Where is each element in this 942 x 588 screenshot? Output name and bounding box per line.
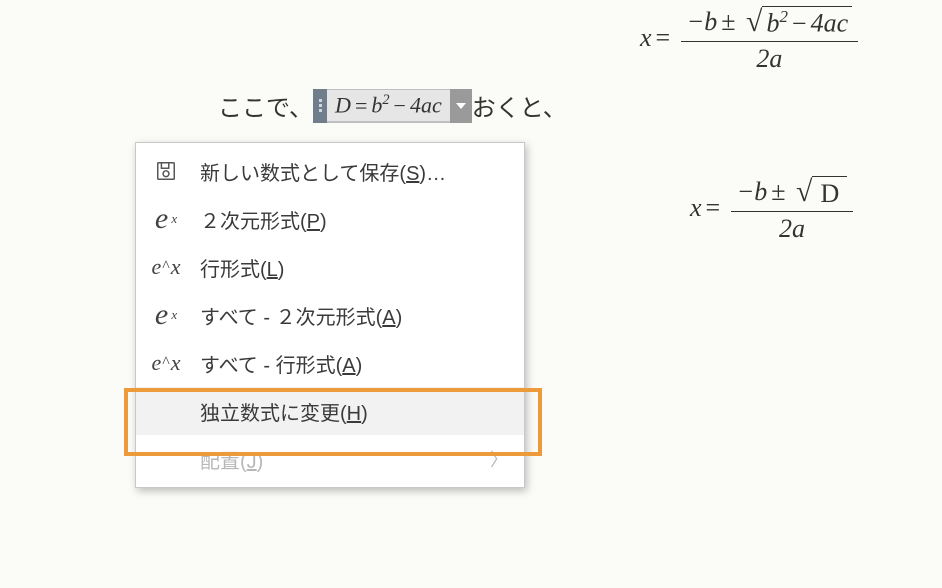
menu-item-label: 独立数式に変更(H): [200, 397, 510, 426]
menu-professional-format[interactable]: e x ２次元形式(P): [136, 195, 524, 243]
menu-item-label: 新しい数式として保存(S)…: [200, 157, 510, 186]
equation-context-menu: 新しい数式として保存(S)… e x ２次元形式(P) e^x 行形式(L) e…: [135, 142, 525, 488]
text-after: おくと、: [472, 88, 567, 123]
menu-linear-format[interactable]: e^x 行形式(L): [136, 243, 524, 291]
menu-all-professional-format[interactable]: e x すべて - ２次元形式(A): [136, 291, 524, 339]
quadratic-formula-full: x= −b± √b2−4ac 2a: [640, 6, 858, 74]
menu-item-label: ２次元形式(P): [200, 205, 510, 234]
text-before: ここで、: [218, 88, 313, 123]
chevron-down-icon: [456, 103, 466, 109]
save-icon: [146, 155, 186, 187]
blank-icon: [146, 395, 186, 427]
equation-options-dropdown[interactable]: [450, 89, 472, 123]
e-caret-x-icon: e^x: [146, 347, 186, 379]
menu-justification: 配置(J) 〉: [136, 435, 524, 483]
e-superscript-x-icon: e x: [146, 299, 186, 331]
chevron-right-icon: 〉: [490, 446, 508, 472]
blank-icon: [146, 443, 186, 475]
grip-handle-icon[interactable]: [313, 89, 327, 123]
menu-change-to-display[interactable]: 独立数式に変更(H): [136, 387, 524, 435]
e-caret-x-icon: e^x: [146, 251, 186, 283]
e-superscript-x-icon: e x: [146, 203, 186, 235]
quadratic-formula-d: x= −b± √D 2a: [690, 176, 853, 244]
menu-save-as-new-equation[interactable]: 新しい数式として保存(S)…: [136, 147, 524, 195]
equation-box-content[interactable]: D=b2−4ac: [327, 90, 450, 120]
menu-item-label: 行形式(L): [200, 253, 510, 282]
menu-all-linear-format[interactable]: e^x すべて - 行形式(A): [136, 339, 524, 387]
inline-equation-line: ここで、 D=b2−4ac おくと、: [218, 88, 567, 123]
menu-item-label: すべて - ２次元形式(A): [200, 301, 510, 330]
equation-box[interactable]: D=b2−4ac: [313, 89, 472, 123]
menu-item-label: 配置(J): [200, 445, 510, 474]
menu-item-label: すべて - 行形式(A): [200, 349, 510, 378]
